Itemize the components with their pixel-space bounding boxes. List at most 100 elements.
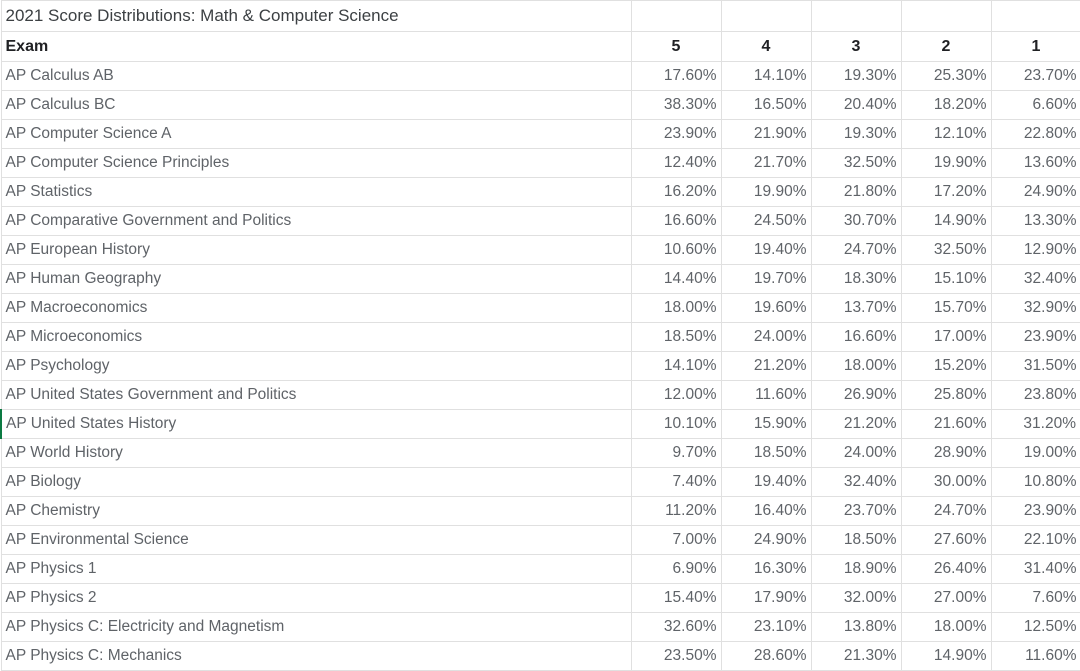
table-row[interactable]: AP Chemistry 11.20% 16.40% 23.70% 24.70% 23.9… — [0, 496, 1080, 526]
score-percent-cell[interactable]: 16.60% — [810, 322, 902, 352]
score-percent-cell[interactable]: 24.00% — [810, 438, 902, 468]
score-percent-cell[interactable]: 15.10% — [900, 264, 992, 294]
score-percent-cell[interactable]: 12.90% — [990, 235, 1080, 265]
score-percent-cell[interactable]: 28.90% — [900, 438, 992, 468]
title-row-spacer-cell[interactable] — [810, 0, 902, 32]
score-percent-cell[interactable]: 9.70% — [630, 438, 722, 468]
score-percent-cell[interactable]: 14.90% — [900, 641, 992, 671]
table-row[interactable]: AP Physics C: Electricity and Magnetism 3… — [0, 612, 1080, 642]
score-percent-cell[interactable]: 21.90% — [720, 119, 812, 149]
title-row-spacer-cell[interactable] — [990, 0, 1080, 32]
score-percent-cell[interactable]: 21.60% — [900, 409, 992, 439]
title-row-spacer-cell[interactable] — [900, 0, 992, 32]
score-percent-cell[interactable]: 7.00% — [630, 525, 722, 555]
score-percent-cell[interactable]: 21.80% — [810, 177, 902, 207]
score-percent-cell[interactable]: 19.30% — [810, 119, 902, 149]
score-percent-cell[interactable]: 19.90% — [720, 177, 812, 207]
exam-name-cell[interactable]: AP Biology — [0, 467, 632, 497]
score-percent-cell[interactable]: 18.30% — [810, 264, 902, 294]
score-percent-cell[interactable]: 26.40% — [900, 554, 992, 584]
table-row[interactable]: AP Psychology 14.10% 21.20% 18.00% 15.20% 31.… — [0, 351, 1080, 381]
score-percent-cell[interactable]: 23.50% — [630, 641, 722, 671]
exam-name-cell[interactable]: AP Environmental Science — [0, 525, 632, 555]
title-row-spacer-cell[interactable] — [720, 0, 812, 32]
score-percent-cell[interactable]: 21.30% — [810, 641, 902, 671]
table-row[interactable]: AP Calculus BC 38.30% 16.50% 20.40% 18.20% 6.… — [0, 90, 1080, 120]
score-percent-cell[interactable]: 18.50% — [720, 438, 812, 468]
exam-name-cell[interactable]: AP Comparative Government and Politics — [0, 206, 632, 236]
score-percent-cell[interactable]: 20.40% — [810, 90, 902, 120]
score-percent-cell[interactable]: 10.80% — [990, 467, 1080, 497]
column-header-score-2[interactable]: 2 — [900, 31, 992, 62]
exam-name-cell[interactable]: AP World History — [0, 438, 632, 468]
exam-name-cell[interactable]: AP Physics C: Mechanics — [0, 641, 632, 671]
score-percent-cell[interactable]: 17.60% — [630, 61, 722, 91]
score-percent-cell[interactable]: 22.10% — [990, 525, 1080, 555]
score-percent-cell[interactable]: 18.00% — [630, 293, 722, 323]
exam-name-cell[interactable]: AP Computer Science A — [0, 119, 632, 149]
score-percent-cell[interactable]: 6.60% — [990, 90, 1080, 120]
score-percent-cell[interactable]: 15.70% — [900, 293, 992, 323]
exam-name-cell[interactable]: AP United States History — [0, 409, 632, 439]
score-percent-cell[interactable]: 32.40% — [810, 467, 902, 497]
score-percent-cell[interactable]: 10.60% — [630, 235, 722, 265]
score-percent-cell[interactable]: 13.30% — [990, 206, 1080, 236]
exam-name-cell[interactable]: AP Microeconomics — [0, 322, 632, 352]
score-percent-cell[interactable]: 18.50% — [630, 322, 722, 352]
score-percent-cell[interactable]: 23.80% — [990, 380, 1080, 410]
table-row[interactable]: AP World History 9.70% 18.50% 24.00% 28.90% 1… — [0, 438, 1080, 468]
score-percent-cell[interactable]: 10.10% — [630, 409, 722, 439]
score-percent-cell[interactable]: 27.60% — [900, 525, 992, 555]
score-percent-cell[interactable]: 24.90% — [720, 525, 812, 555]
score-percent-cell[interactable]: 16.50% — [720, 90, 812, 120]
score-percent-cell[interactable]: 32.50% — [810, 148, 902, 178]
score-percent-cell[interactable]: 21.70% — [720, 148, 812, 178]
score-percent-cell[interactable]: 15.40% — [630, 583, 722, 613]
table-row[interactable]: AP Comparative Government and Politics 16… — [0, 206, 1080, 236]
score-percent-cell[interactable]: 17.20% — [900, 177, 992, 207]
table-row[interactable]: AP Microeconomics 18.50% 24.00% 16.60% 17.00… — [0, 322, 1080, 352]
exam-name-cell[interactable]: AP Chemistry — [0, 496, 632, 526]
score-percent-cell[interactable]: 19.40% — [720, 467, 812, 497]
column-header-score-3[interactable]: 3 — [810, 31, 902, 62]
score-percent-cell[interactable]: 18.50% — [810, 525, 902, 555]
score-percent-cell[interactable]: 23.90% — [990, 322, 1080, 352]
table-row[interactable]: AP Physics 1 6.90% 16.30% 18.90% 26.40% 31.40… — [0, 554, 1080, 584]
score-percent-cell[interactable]: 21.20% — [720, 351, 812, 381]
table-row[interactable]: AP Statistics 16.20% 19.90% 21.80% 17.20% 24.… — [0, 177, 1080, 207]
score-percent-cell[interactable]: 26.90% — [810, 380, 902, 410]
score-percent-cell[interactable]: 18.00% — [810, 351, 902, 381]
score-percent-cell[interactable]: 32.60% — [630, 612, 722, 642]
score-percent-cell[interactable]: 24.70% — [810, 235, 902, 265]
score-percent-cell[interactable]: 30.70% — [810, 206, 902, 236]
score-percent-cell[interactable]: 27.00% — [900, 583, 992, 613]
score-percent-cell[interactable]: 16.20% — [630, 177, 722, 207]
score-percent-cell[interactable]: 25.80% — [900, 380, 992, 410]
score-percent-cell[interactable]: 19.90% — [900, 148, 992, 178]
score-percent-cell[interactable]: 14.10% — [720, 61, 812, 91]
exam-name-cell[interactable]: AP Computer Science Principles — [0, 148, 632, 178]
score-percent-cell[interactable]: 11.20% — [630, 496, 722, 526]
exam-name-cell[interactable]: AP European History — [0, 235, 632, 265]
score-percent-cell[interactable]: 23.90% — [630, 119, 722, 149]
exam-name-cell[interactable]: AP Human Geography — [0, 264, 632, 294]
score-percent-cell[interactable]: 14.90% — [900, 206, 992, 236]
table-row[interactable]: AP Calculus AB 17.60% 14.10% 19.30% 25.30% 23… — [0, 61, 1080, 91]
score-percent-cell[interactable]: 16.60% — [630, 206, 722, 236]
exam-name-cell[interactable]: AP Statistics — [0, 177, 632, 207]
title-row-spacer-cell[interactable] — [630, 0, 722, 32]
exam-name-cell[interactable]: AP Physics 1 — [0, 554, 632, 584]
score-percent-cell[interactable]: 13.60% — [990, 148, 1080, 178]
exam-name-cell[interactable]: AP Macroeconomics — [0, 293, 632, 323]
table-row[interactable]: AP Physics C: Mechanics 23.50% 28.60% 21.30… — [0, 641, 1080, 671]
score-percent-cell[interactable]: 12.10% — [900, 119, 992, 149]
score-percent-cell[interactable]: 32.00% — [810, 583, 902, 613]
score-percent-cell[interactable]: 23.70% — [990, 61, 1080, 91]
score-percent-cell[interactable]: 14.10% — [630, 351, 722, 381]
score-percent-cell[interactable]: 22.80% — [990, 119, 1080, 149]
exam-name-cell[interactable]: AP Calculus BC — [0, 90, 632, 120]
score-percent-cell[interactable]: 16.40% — [720, 496, 812, 526]
score-percent-cell[interactable]: 24.50% — [720, 206, 812, 236]
score-percent-cell[interactable]: 6.90% — [630, 554, 722, 584]
score-percent-cell[interactable]: 24.00% — [720, 322, 812, 352]
